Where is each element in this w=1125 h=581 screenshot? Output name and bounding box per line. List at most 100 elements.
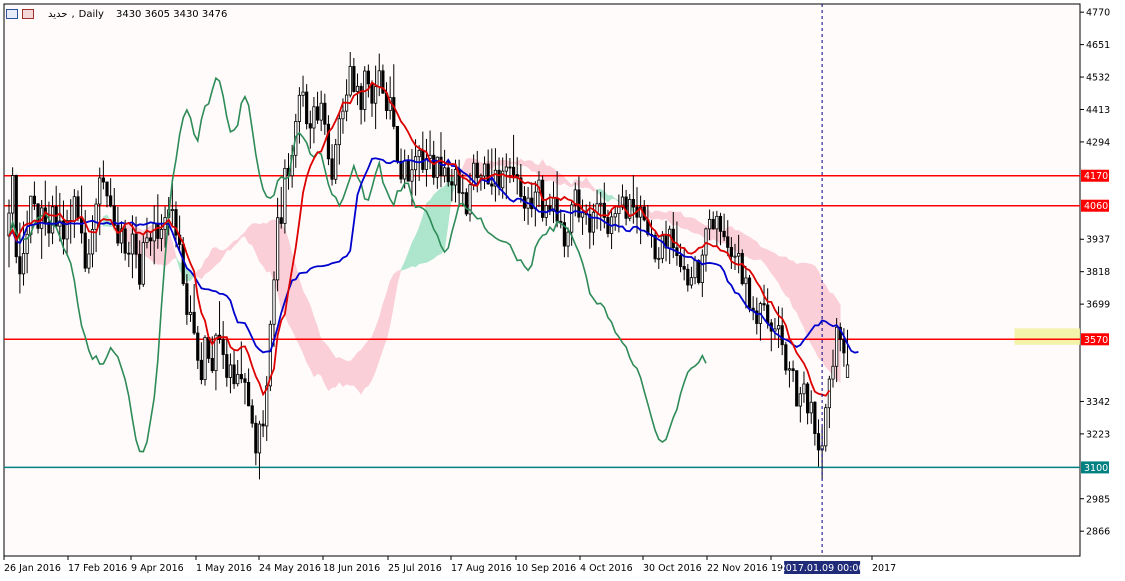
candle-body-down bbox=[682, 266, 686, 270]
kumo-segment bbox=[335, 357, 340, 388]
candle-body-down bbox=[250, 405, 254, 424]
candle-body-up bbox=[700, 254, 704, 283]
kumo-segment bbox=[371, 327, 376, 380]
candle-body-up bbox=[348, 66, 352, 96]
candle-body-down bbox=[395, 125, 400, 162]
candle-body-up bbox=[824, 407, 828, 447]
candle-body-down bbox=[109, 195, 113, 207]
candle-body-down bbox=[370, 83, 374, 104]
candle-body-down bbox=[261, 423, 265, 427]
candle-body-down bbox=[432, 154, 436, 178]
candle bbox=[824, 403, 828, 452]
candle-body-down bbox=[105, 181, 109, 197]
candle-body-down bbox=[246, 381, 251, 407]
candle-body-up bbox=[570, 204, 574, 233]
candle-body-down bbox=[555, 197, 559, 222]
candle-body-up bbox=[265, 385, 269, 427]
candle-body-down bbox=[76, 196, 80, 219]
price-tick-label: 4651 bbox=[1086, 40, 1110, 51]
kumo-segment bbox=[825, 285, 830, 372]
candle-body-down bbox=[399, 160, 403, 180]
candle-body-up bbox=[442, 167, 447, 177]
ohlc-readout: 3430 3605 3430 3476 bbox=[115, 8, 228, 20]
candle-body-down bbox=[196, 332, 200, 361]
candle-body-down bbox=[210, 357, 214, 372]
time-tick-label: 18 Jun 2016 bbox=[323, 563, 380, 574]
kumo-segment bbox=[792, 260, 798, 313]
candle-body-down bbox=[766, 304, 770, 324]
candle-body-up bbox=[297, 94, 302, 122]
price-tick-label: 2985 bbox=[1086, 494, 1110, 505]
candle-body-down bbox=[671, 228, 675, 249]
kumo-segment bbox=[821, 280, 827, 368]
candle-body-up bbox=[276, 217, 280, 281]
kumo-segment bbox=[324, 342, 329, 391]
kumo-segment bbox=[687, 217, 692, 233]
kumo-segment bbox=[353, 351, 358, 391]
candle-body-down bbox=[606, 217, 610, 234]
candle-body-down bbox=[697, 260, 701, 283]
candle-body-down bbox=[816, 433, 821, 451]
level-label-4060: 4060 bbox=[1084, 201, 1108, 212]
time-tick-label: 26 Jan 2016 bbox=[4, 563, 61, 574]
kumo-segment bbox=[248, 223, 253, 246]
candle-body-down bbox=[18, 256, 22, 275]
candle-body-up bbox=[130, 233, 135, 255]
level-label-3100: 3100 bbox=[1084, 463, 1108, 474]
time-tick-label: 9 Apr 2016 bbox=[131, 563, 184, 574]
kumo-segment bbox=[349, 357, 355, 386]
candle-body-up bbox=[152, 223, 156, 242]
kumo-segment bbox=[306, 297, 311, 370]
candle-body-down bbox=[181, 244, 185, 285]
candle-body-down bbox=[511, 166, 516, 176]
candle-body-up bbox=[599, 202, 603, 205]
time-tick-label: 17 Aug 2016 bbox=[451, 563, 512, 574]
candle-body-down bbox=[308, 123, 312, 129]
candle-body-up bbox=[87, 253, 91, 269]
candle-body-up bbox=[337, 118, 341, 146]
candle bbox=[464, 188, 468, 217]
candle-body-up bbox=[159, 229, 164, 239]
candle-body-up bbox=[482, 163, 487, 177]
candle-body-up bbox=[657, 257, 661, 260]
kumo-segment bbox=[299, 279, 304, 353]
kumo-segment bbox=[691, 217, 696, 234]
candle-body-down bbox=[127, 252, 131, 255]
candle-body-down bbox=[330, 158, 334, 180]
candle-body-down bbox=[156, 223, 160, 239]
price-tick-label: 4294 bbox=[1086, 137, 1110, 148]
candle-body-up bbox=[453, 169, 458, 186]
candle-body-up bbox=[21, 253, 26, 275]
candle-body-up bbox=[845, 364, 850, 378]
kumo-segment bbox=[698, 221, 703, 237]
candle-body-up bbox=[283, 167, 287, 224]
candle-body-up bbox=[203, 336, 207, 381]
candle-body-up bbox=[377, 70, 381, 87]
candle-body-up bbox=[272, 279, 276, 325]
chart-canvas[interactable]: 4770 4651 4532 4413 4294 3937 3818 3699 3342 3223… bbox=[0, 0, 1125, 581]
candle-body-up bbox=[228, 364, 233, 378]
plot-area bbox=[3, 3, 1081, 557]
candle-body-down bbox=[450, 181, 454, 186]
candle-body-up bbox=[566, 231, 570, 247]
candle-body-down bbox=[134, 233, 138, 255]
candle bbox=[203, 335, 207, 386]
candle-body-up bbox=[707, 218, 712, 230]
candle-body-down bbox=[254, 422, 258, 454]
kumo-segment bbox=[683, 216, 689, 230]
kumo-segment bbox=[215, 246, 220, 266]
kumo-segment bbox=[498, 159, 503, 167]
kumo-segment bbox=[331, 351, 337, 388]
candle-body-down bbox=[624, 196, 628, 219]
price-tick-label: 3342 bbox=[1086, 397, 1110, 408]
kumo-segment bbox=[211, 247, 217, 270]
kumo-segment bbox=[270, 219, 275, 283]
candle-body-up bbox=[417, 149, 421, 158]
kumo-segment bbox=[556, 171, 562, 186]
kumo-segment bbox=[309, 305, 315, 377]
candle-body-up bbox=[835, 326, 839, 367]
kumo-segment bbox=[364, 339, 369, 389]
kumo-segment bbox=[658, 210, 663, 221]
price-tick-label: 4413 bbox=[1086, 105, 1110, 116]
kumo-segment bbox=[357, 349, 362, 395]
